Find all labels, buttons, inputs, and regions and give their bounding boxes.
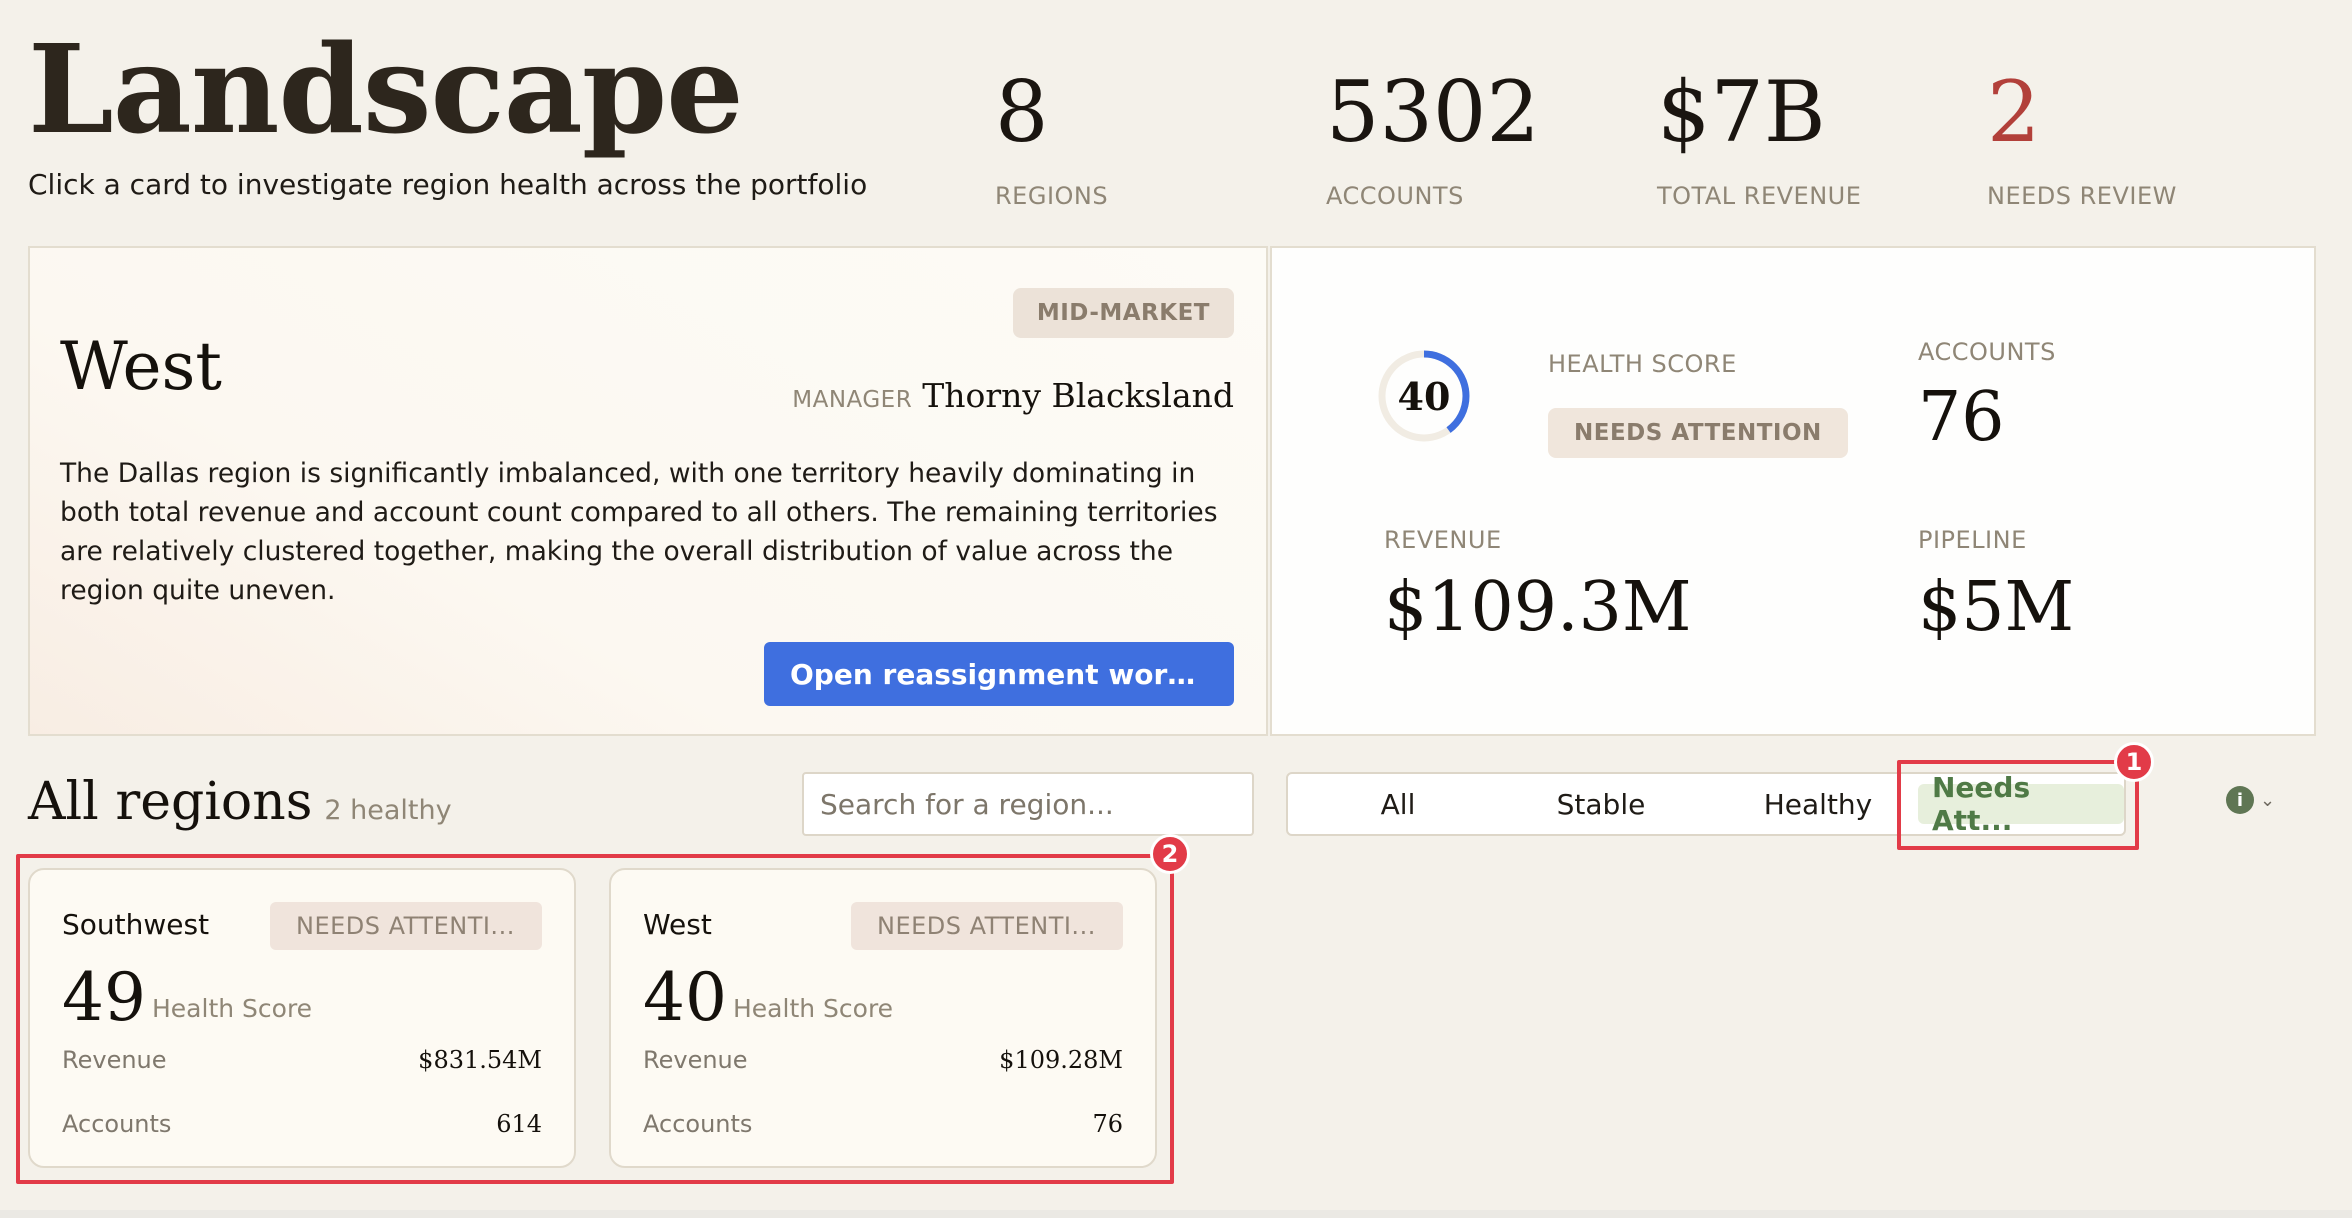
manager-label: MANAGER (792, 387, 913, 413)
region-search-input[interactable] (802, 772, 1254, 836)
region-description: The Dallas region is significantly imbal… (60, 458, 1218, 606)
region-metrics-panel: 40 HEALTH SCORE NEEDS ATTENTION ACCOUNTS… (1270, 246, 2316, 736)
stat-value: $7B (1657, 63, 1826, 161)
manager-name: Thorny Blacksland (922, 376, 1234, 415)
stat-total-revenue: $7B TOTAL REVENUE (1657, 70, 1861, 210)
accounts-value: 76 (1918, 378, 2005, 457)
open-reassignment-workspace-button[interactable]: Open reassignment workspa... (764, 642, 1234, 706)
pipeline-value: $5M (1918, 568, 2075, 647)
filter-stable[interactable]: Stable (1534, 784, 1668, 824)
stat-label: REGIONS (995, 182, 1109, 210)
annotation-badge-1: 1 (2114, 742, 2154, 782)
annotation-box-2 (16, 854, 1174, 1184)
stat-label: ACCOUNTS (1326, 182, 1464, 210)
manager: MANAGER Thorny Blacksland (792, 376, 1234, 415)
annotation-box-1 (1897, 760, 2139, 850)
revenue-label: REVENUE (1384, 526, 1502, 554)
stat-value: 2 (1987, 63, 2041, 161)
stat-value: 5302 (1326, 63, 1540, 161)
filter-all[interactable]: All (1348, 784, 1448, 824)
stat-regions: 8 REGIONS (995, 70, 1108, 210)
segment-badge: MID-MARKET (1012, 288, 1234, 338)
info-circle-icon: i (2226, 786, 2254, 814)
chevron-down-icon: ⌄ (2260, 789, 2276, 811)
healthy-count: 2 healthy (324, 795, 452, 826)
revenue-value: $109.3M (1384, 568, 1692, 647)
landscape-page: Landscape Click a card to investigate re… (0, 0, 2352, 1210)
pipeline-label: PIPELINE (1918, 526, 2027, 554)
status-badge: NEEDS ATTENTION (1548, 408, 1848, 458)
region-detail-panel: MID-MARKET West MANAGER Thorny Blackslan… (28, 246, 1268, 736)
stat-label: TOTAL REVENUE (1657, 182, 1862, 210)
accounts-label: ACCOUNTS (1918, 338, 2056, 366)
page-subtitle: Click a card to investigate region healt… (28, 168, 868, 201)
stat-accounts: 5302 ACCOUNTS (1326, 70, 1540, 210)
health-score-label: HEALTH SCORE (1548, 350, 1737, 378)
stat-needs-review: 2 NEEDS REVIEW (1987, 70, 2177, 210)
all-regions-heading: All regions 2 healthy (28, 772, 452, 832)
section-title: All regions (28, 772, 313, 832)
stat-value: 8 (995, 63, 1049, 161)
filter-healthy[interactable]: Healthy (1736, 784, 1900, 824)
health-score-value: 40 (1397, 373, 1451, 419)
annotation-badge-2: 2 (1150, 834, 1190, 874)
info-dropdown[interactable]: i ⌄ (2226, 786, 2275, 814)
stat-label: NEEDS REVIEW (1987, 182, 2177, 210)
page-title: Landscape (28, 17, 744, 161)
region-name: West (60, 328, 222, 405)
